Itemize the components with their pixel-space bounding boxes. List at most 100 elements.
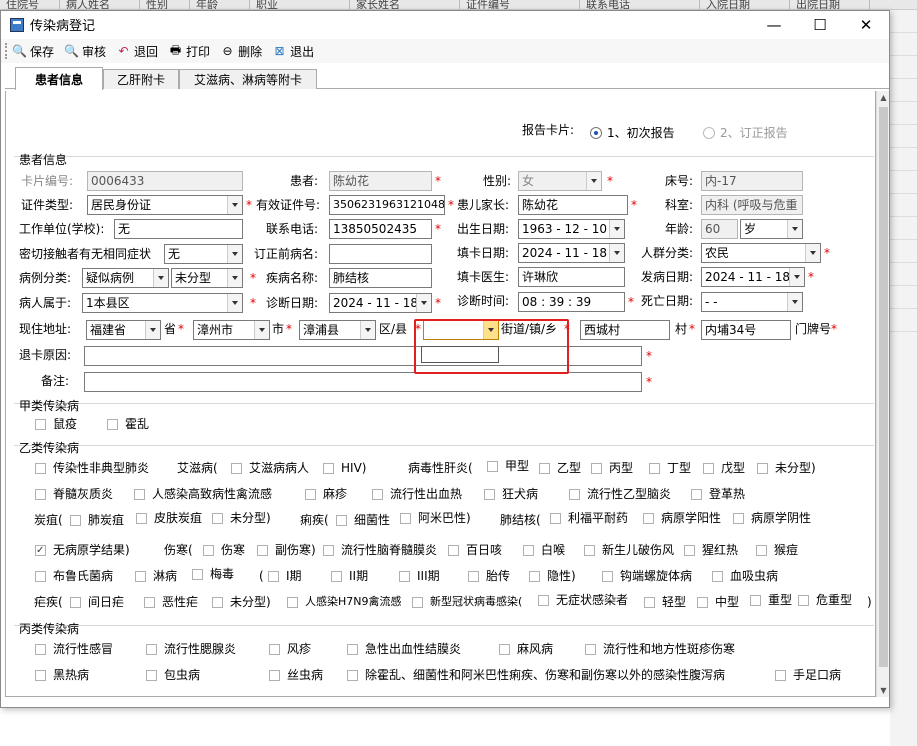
hep-unk-checkbox[interactable]: 未分型) [757,460,816,476]
case-type-select[interactable]: 疑似病例 [82,268,169,288]
echinococcosis-checkbox[interactable]: 包虫病 [146,667,200,683]
schistosomiasis-checkbox[interactable]: 血吸虫病 [712,568,778,584]
tab-patient-info[interactable]: 患者信息 [15,67,103,90]
pertussis-checkbox[interactable]: 百日咳 [448,542,502,558]
leptospirosis-checkbox[interactable]: 钩端螺旋体病 [602,568,692,584]
disease-field[interactable]: 肺结核 [329,268,432,288]
jap-enceph-checkbox[interactable]: 流行性乙型脑炎 [569,486,671,502]
print-button[interactable]: 🖶 打印 [168,43,210,60]
plague-checkbox[interactable]: 鼠疫 [35,416,77,432]
covid-moderate-checkbox[interactable]: 中型 [697,594,739,610]
save-button[interactable]: 🔍 保存 [12,43,54,60]
house-field[interactable]: 内埔34号 [701,320,791,340]
tb-negative-checkbox[interactable]: 病原学阴性 [733,510,811,526]
meningitis-checkbox[interactable]: 流行性脑脊髓膜炎 [323,542,437,558]
syphilis-3-checkbox[interactable]: III期 [399,568,440,584]
hep-a-checkbox[interactable]: 甲型 [487,458,529,474]
bacterial-dys-checkbox[interactable]: 细菌性 [336,512,390,528]
village-field[interactable]: 西城村 [580,320,670,340]
malaria-unk-checkbox[interactable]: 未分型) [212,594,271,610]
tab-aids-gonorrhea[interactable]: 艾滋病、淋病等附卡 [179,69,317,89]
paratyphoid-checkbox[interactable]: 副伤寒) [257,542,316,558]
report-first-radio[interactable]: 1、初次报告 [590,124,675,141]
hfmd-checkbox[interactable]: 手足口病 [775,667,841,683]
covid-severe-checkbox[interactable]: 重型 [750,592,792,608]
city-select[interactable]: 漳州市 [193,320,270,340]
scroll-up-icon[interactable]: ▲ [877,91,890,104]
id-no-field[interactable]: 350623196312104840 [329,195,445,215]
fill-date-picker[interactable]: 2024 - 11 - 18 [518,243,625,263]
exit-button[interactable]: ⊠ 退出 [272,43,315,60]
street-select[interactable] [423,320,499,340]
rabies-checkbox[interactable]: 狂犬病 [484,486,538,502]
covid-critical-checkbox[interactable]: 危重型 [798,592,852,608]
filariasis-checkbox[interactable]: 丝虫病 [269,667,323,683]
onset-date-picker[interactable]: 2024 - 11 - 18 [701,267,805,287]
doctor-field[interactable]: 许琳欣 [518,267,625,287]
birth-date-picker[interactable]: 1963 - 12 - 10 [518,219,625,239]
covid-checkbox[interactable]: 新型冠状病毒感染( [412,594,522,610]
diphtheria-checkbox[interactable]: 白喉 [523,542,565,558]
back-button[interactable]: ↶ 退回 [116,43,159,60]
card-no-field[interactable]: 0006433 [87,171,243,191]
syphilis-2-checkbox[interactable]: II期 [331,568,368,584]
lung-anthrax-checkbox[interactable]: 肺炭疽 [70,512,124,528]
leprosy-checkbox[interactable]: 麻风病 [499,641,553,657]
cholera-checkbox[interactable]: 霍乱 [107,416,149,432]
id-type-select[interactable]: 居民身份证 [87,195,243,215]
polio-checkbox[interactable]: 脊髓灰质炎 [35,486,113,502]
conjunctivitis-checkbox[interactable]: 急性出血性结膜炎 [347,641,461,657]
age-unit-select[interactable]: 岁 [740,219,803,239]
tb-positive-checkbox[interactable]: 病原学阳性 [643,510,721,526]
h7n9-checkbox[interactable]: 人感染H7N9禽流感 [287,594,402,610]
diag-date-picker[interactable]: 2024 - 11 - 18 [329,293,432,313]
group-select[interactable]: 农民 [701,243,821,263]
gonorrhea-checkbox[interactable]: 淋病 [135,568,177,584]
street-dropdown-list[interactable] [421,346,499,363]
brucellosis-checkbox[interactable]: 布鲁氏菌病 [35,568,113,584]
scroll-down-icon[interactable]: ▼ [877,684,890,697]
close-button[interactable]: ✕ [843,11,889,38]
mumps-checkbox[interactable]: 流行性腮腺炎 [146,641,236,657]
hep-b-checkbox[interactable]: 乙型 [539,460,581,476]
hep-d-checkbox[interactable]: 丁型 [649,460,691,476]
case-subtype-select[interactable]: 未分型 [171,268,243,288]
remark-field[interactable] [84,372,642,392]
hep-e-checkbox[interactable]: 戊型 [703,460,745,476]
mpox-checkbox[interactable]: 猴痘 [756,542,798,558]
tab-hepatitis-b[interactable]: 乙肝附卡 [103,69,179,89]
hiv-checkbox[interactable]: HIV) [323,460,366,476]
influenza-checkbox[interactable]: 流行性感冒 [35,641,113,657]
diarrhea-checkbox[interactable]: 除霍乱、细菌性和阿米巴性痢疾、伤寒和副伤寒以外的感染性腹泻病 [347,667,725,683]
aids-patient-checkbox[interactable]: 艾滋病病人 [231,460,309,476]
syphilis-checkbox[interactable]: 梅毒 [192,566,234,582]
prev-disease-field[interactable] [329,244,432,264]
guardian-field[interactable]: 陈幼花 [518,195,628,215]
bed-field[interactable]: 内-17 [701,171,803,191]
anthrax-unk-checkbox[interactable]: 未分型) [212,510,271,526]
hfrs-checkbox[interactable]: 流行性出血热 [372,486,462,502]
avian-flu-checkbox[interactable]: 人感染高致病性禽流感 [134,486,272,502]
diag-time-field[interactable]: 08 : 39 : 39 [518,292,625,312]
covid-asymptomatic-checkbox[interactable]: 无症状感染者 [538,592,628,608]
falciparum-checkbox[interactable]: 恶性疟 [144,594,198,610]
return-reason-field[interactable] [84,346,642,366]
tb-noresult-checkbox[interactable]: 无病原学结果) [35,542,130,559]
kala-azar-checkbox[interactable]: 黑热病 [35,667,89,683]
death-date-picker[interactable]: - - [701,292,803,312]
dengue-checkbox[interactable]: 登革热 [691,486,745,502]
scarlet-fever-checkbox[interactable]: 猩红热 [684,542,738,558]
measles-checkbox[interactable]: 麻疹 [305,486,347,502]
rubella-checkbox[interactable]: 风疹 [269,641,311,657]
hep-c-checkbox[interactable]: 丙型 [591,460,633,476]
work-field[interactable]: 无 [114,219,243,239]
vertical-scrollbar[interactable]: ▲ ▼ [876,91,889,697]
province-select[interactable]: 福建省 [86,320,161,340]
belong-select[interactable]: 1本县区 [82,293,243,313]
report-correct-radio[interactable]: 2、订正报告 [703,124,788,141]
rif-resist-checkbox[interactable]: 利福平耐药 [550,510,628,526]
syphilis-congenital-checkbox[interactable]: 胎传 [468,568,510,584]
age-field[interactable]: 60 [701,219,738,239]
phone-field[interactable]: 13850502435 [329,219,432,239]
vivax-checkbox[interactable]: 间日疟 [70,594,124,610]
